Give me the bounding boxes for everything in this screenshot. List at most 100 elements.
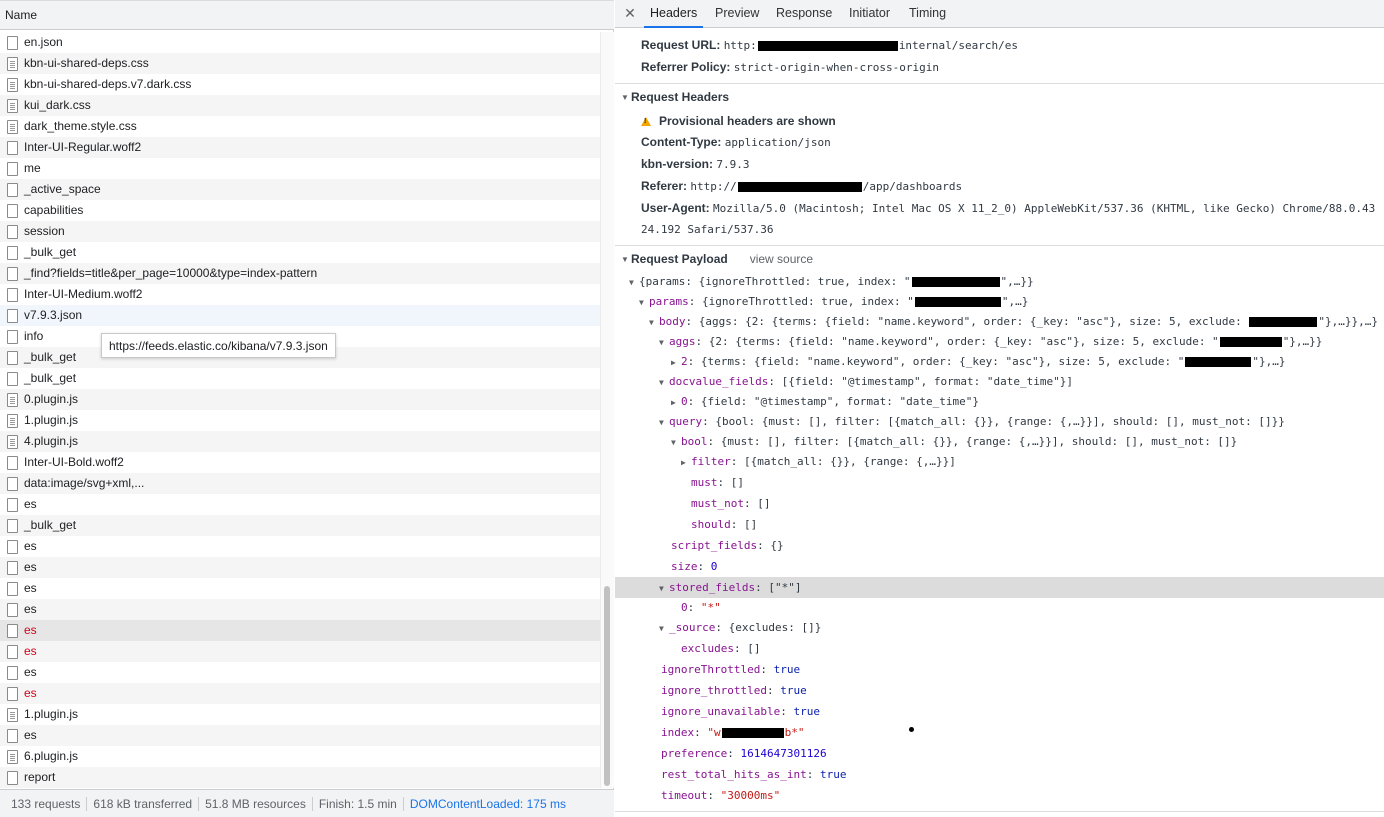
request-row[interactable]: 1.plugin.js — [0, 410, 600, 431]
payload-tree-root[interactable]: ▼ {params: {ignoreThrottled: true, index:… — [629, 271, 1034, 292]
request-row[interactable]: session — [0, 221, 600, 242]
status-transferred: 618 kB transferred — [87, 796, 200, 811]
node-key: ignore_unavailable — [661, 705, 781, 718]
request-name: kbn-ui-shared-deps.css — [24, 56, 149, 70]
request-row[interactable]: es — [0, 725, 600, 746]
request-name: _bulk_get — [24, 350, 77, 364]
payload-node-body[interactable]: ▼ body: {aggs: {2: {terms: {field: "name.… — [649, 311, 1378, 332]
request-row[interactable]: _bulk_get — [0, 242, 600, 263]
request-row[interactable]: es — [0, 641, 600, 662]
stylesheet-icon — [7, 120, 18, 134]
request-row[interactable]: Inter-UI-Regular.woff2 — [0, 137, 600, 158]
request-row[interactable]: report — [0, 767, 600, 788]
redacted-index — [914, 297, 1001, 307]
request-name: Inter-UI-Medium.woff2 — [24, 287, 143, 301]
request-row[interactable]: 6.plugin.js — [0, 746, 600, 767]
request-list[interactable]: en.json kbn-ui-shared-deps.css kbn-ui-shar… — [0, 32, 600, 788]
request-row[interactable]: kui_dark.css — [0, 95, 600, 116]
request-row[interactable]: v7.9.3.json — [0, 305, 600, 326]
request-row[interactable]: capabilities — [0, 200, 600, 221]
payload-node-script-fields[interactable]: script_fields: {} — [671, 535, 784, 556]
request-row[interactable]: dark_theme.style.css — [0, 116, 600, 137]
request-row[interactable]: es — [0, 683, 600, 704]
request-row[interactable]: kbn-ui-shared-deps.v7.dark.css — [0, 74, 600, 95]
node-value: : {terms: {field: "name.keyword", order:… — [687, 355, 1185, 368]
script-icon — [7, 750, 18, 764]
request-row[interactable]: 4.plugin.js — [0, 431, 600, 452]
tab-initiator[interactable]: Initiator — [843, 0, 896, 28]
payload-node-bool[interactable]: ▼ bool: {must: [], filter: [{match_all: {… — [671, 431, 1237, 452]
node-key: must_not — [691, 497, 744, 510]
request-row[interactable]: _active_space — [0, 179, 600, 200]
request-row[interactable]: es — [0, 557, 600, 578]
request-name: es — [24, 497, 37, 511]
node-value: : {must: [], filter: [{match_all: {}}, {… — [707, 435, 1238, 448]
request-row[interactable]: 1.plugin.js — [0, 704, 600, 725]
request-row[interactable]: kbn-ui-shared-deps.css — [0, 53, 600, 74]
request-row[interactable]: Inter-UI-Medium.woff2 — [0, 284, 600, 305]
tab-response[interactable]: Response — [770, 0, 838, 28]
status-requests-count: 133 requests — [5, 796, 88, 811]
node-key: _source — [669, 621, 716, 634]
header-key: User-Agent: — [641, 201, 710, 215]
tab-preview[interactable]: Preview — [709, 0, 765, 28]
document-icon — [7, 351, 18, 365]
header-value: Mozilla/5.0 (Macintosh; Intel Mac OS X 1… — [713, 202, 1376, 215]
document-icon — [7, 540, 18, 554]
payload-node-docvalue-fields[interactable]: ▼ docvalue_fields: [{field: "@timestamp",… — [659, 371, 1073, 392]
close-icon[interactable]: ✕ — [623, 5, 637, 21]
request-row[interactable]: es — [0, 536, 600, 557]
payload-node-timeout: timeout: "30000ms" — [661, 789, 781, 802]
document-icon — [7, 645, 18, 659]
header-kbn-version: kbn-version: 7.9.3 — [641, 154, 749, 175]
request-row[interactable]: _bulk_get — [0, 368, 600, 389]
payload-node-ignore-throttled-camel: ignoreThrottled: true — [661, 663, 801, 676]
request-name: _bulk_get — [24, 518, 77, 532]
request-name: 1.plugin.js — [24, 413, 79, 427]
payload-node-params[interactable]: ▼ params: {ignoreThrottled: true, index: … — [639, 291, 1028, 312]
payload-node-aggs[interactable]: ▼ aggs: {2: {terms: {field: "name.keyword… — [659, 331, 1322, 352]
request-headers-section-toggle[interactable]: ▼ Request Headers — [621, 87, 729, 108]
request-row[interactable]: _find?fields=title&per_page=10000&type=i… — [0, 263, 600, 284]
node-value: : {aggs: {2: {terms: {field: "name.keywo… — [685, 315, 1249, 328]
request-row[interactable]: es — [0, 599, 600, 620]
node-key: ignore_throttled — [661, 684, 767, 697]
payload-root-summary-b: ",…}} — [1000, 275, 1034, 288]
triangle-down-icon: ▼ — [671, 437, 676, 447]
node-key: preference — [661, 747, 728, 760]
payload-node-stored-fields[interactable]: ▼ stored_fields: ["*"] — [659, 577, 801, 598]
tab-timing[interactable]: Timing — [903, 0, 952, 28]
triangle-right-icon: ▶ — [671, 357, 676, 367]
request-list-scrollbar-thumb[interactable] — [604, 586, 610, 786]
triangle-down-icon: ▼ — [659, 417, 664, 427]
redacted-host — [737, 181, 862, 192]
document-icon — [7, 624, 18, 638]
request-row[interactable]: _bulk_get — [0, 515, 600, 536]
tab-headers[interactable]: Headers — [644, 0, 704, 28]
view-source-link[interactable]: view source — [750, 252, 813, 266]
payload-node-source[interactable]: ▼ _source: {excludes: []} — [659, 617, 821, 638]
request-row[interactable]: data:image/svg+xml,... — [0, 473, 600, 494]
request-name: es — [24, 728, 37, 742]
request-row[interactable]: es — [0, 494, 600, 515]
request-row[interactable]: me — [0, 158, 600, 179]
request-row[interactable]: en.json — [0, 32, 600, 53]
request-row[interactable]: es — [0, 620, 600, 641]
request-name: capabilities — [24, 203, 84, 217]
payload-node-query[interactable]: ▼ query: {bool: {must: [], filter: [{matc… — [659, 411, 1285, 432]
request-row[interactable]: 0.plugin.js — [0, 389, 600, 410]
payload-node-docvalue-0[interactable]: ▶ 0: {field: "@timestamp", format: "date_… — [671, 391, 979, 412]
request-row[interactable]: es — [0, 578, 600, 599]
script-icon — [7, 414, 18, 428]
payload-node-aggs-2[interactable]: ▶ 2: {terms: {field: "name.keyword", orde… — [671, 351, 1285, 372]
request-row[interactable]: es — [0, 662, 600, 683]
request-row[interactable]: Inter-UI-Bold.woff2 — [0, 452, 600, 473]
node-value: : {excludes: []} — [715, 621, 822, 634]
request-payload-section-toggle[interactable]: ▼ Request Payload view source — [621, 249, 813, 270]
name-column-header[interactable]: Name — [0, 0, 614, 30]
request-url-row: Request URL: http: internal/search/es — [641, 35, 1018, 56]
payload-node-ignore-unavailable: ignore_unavailable: true — [661, 705, 820, 718]
node-value: : {} — [757, 539, 784, 552]
payload-node-filter[interactable]: ▶ filter: [{match_all: {}}, {range: {,…}}… — [681, 451, 956, 472]
document-icon — [7, 162, 18, 176]
